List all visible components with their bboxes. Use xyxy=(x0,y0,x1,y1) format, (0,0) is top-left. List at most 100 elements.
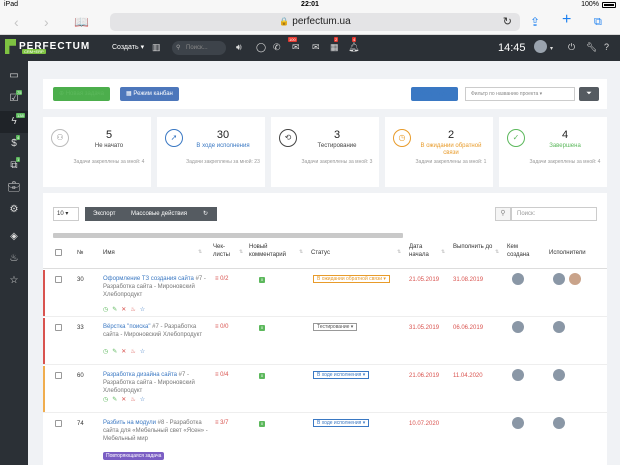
delete-icon[interactable]: ✕ xyxy=(121,306,126,313)
sidebar-item-hot[interactable]: ♨ xyxy=(0,248,28,270)
card-completed[interactable]: ✓ 4 Завершена Задачи закреплены за мной:… xyxy=(499,117,607,187)
edit-icon[interactable]: ✎ xyxy=(112,306,117,313)
kanban-button[interactable]: ▦ Режим канбан xyxy=(120,87,179,101)
task-title-link[interactable]: Вёрстка "поиска" xyxy=(103,324,150,330)
comment-count-badge[interactable]: 0 xyxy=(259,421,265,427)
sidebar-item-monitor[interactable]: ▭ xyxy=(0,65,28,87)
fire-icon[interactable]: ♨ xyxy=(130,348,135,355)
status-select[interactable]: В ходе исполнения ▾ xyxy=(313,371,370,379)
help-icon[interactable]: ? xyxy=(604,42,609,52)
col-assignees[interactable]: Исполнители xyxy=(549,249,586,257)
col-start-date[interactable]: Дата начала xyxy=(409,243,435,259)
creator-avatar[interactable] xyxy=(512,321,524,333)
logo[interactable]: PERFECTUM xyxy=(5,39,90,54)
checklist-progress[interactable]: ≡ 0/0 xyxy=(215,324,229,330)
table-row[interactable]: 30 Оформление ТЗ создания сайта #7 - Раз… xyxy=(43,270,607,317)
new-tab-icon[interactable]: + xyxy=(562,12,571,28)
card-not-started[interactable]: ⚇ 5 Не начато Задачи закреплены за мной:… xyxy=(43,117,151,187)
user-menu-chevron-icon[interactable]: ▾ xyxy=(550,44,553,54)
row-checkbox[interactable] xyxy=(55,372,62,379)
checklist-progress[interactable]: ≡ 0/2 xyxy=(215,276,229,282)
forward-icon[interactable]: › xyxy=(44,15,49,29)
project-filter-select[interactable]: Фильтр по названию проекта ▾ xyxy=(465,87,575,101)
user-avatar[interactable] xyxy=(534,40,547,53)
share-icon[interactable]: ⇪ xyxy=(530,15,540,29)
checklist-progress[interactable]: ≡ 0/4 xyxy=(215,372,229,378)
bell-icon[interactable]: 🔔︎ xyxy=(348,42,359,52)
row-checkbox[interactable] xyxy=(55,276,62,283)
power-icon[interactable]: ⏻ xyxy=(568,42,575,52)
edit-icon[interactable]: ✎ xyxy=(112,396,117,403)
status-select[interactable]: В ожидании обратной связи ▾ xyxy=(313,275,390,283)
col-status[interactable]: Статус xyxy=(311,249,330,257)
row-checkbox[interactable] xyxy=(55,420,62,427)
overview-button[interactable]: Обзор задач xyxy=(411,87,458,101)
star-icon[interactable]: ☆ xyxy=(140,348,145,355)
row-checkbox[interactable] xyxy=(55,324,62,331)
timer-icon[interactable]: ◷ xyxy=(103,306,108,313)
fire-icon[interactable]: ♨ xyxy=(130,306,135,313)
timer-icon[interactable]: ◷ xyxy=(103,396,108,403)
delete-icon[interactable]: ✕ xyxy=(121,396,126,403)
assignee-avatar[interactable] xyxy=(569,273,581,285)
sidebar-item-activity[interactable]: ϟ 138 xyxy=(0,111,28,133)
sidebar-item-tasks[interactable]: ☑ 75 xyxy=(0,88,28,110)
assignee-avatar[interactable] xyxy=(553,369,565,381)
volume-icon[interactable]: 🔊︎ xyxy=(236,42,242,52)
mail-icon[interactable]: ✉ xyxy=(292,42,300,52)
task-project[interactable]: Разработка сайта - Мироновский Хлебопрод… xyxy=(103,284,195,298)
col-new-comment[interactable]: Новый комментарий xyxy=(249,243,297,259)
envelope-open-icon[interactable]: ✉ xyxy=(312,42,320,52)
star-icon[interactable]: ☆ xyxy=(140,306,145,313)
checklist-progress[interactable]: ≡ 3/7 xyxy=(215,420,229,426)
col-due-date[interactable]: Выполнить до xyxy=(453,243,493,251)
tabs-icon[interactable]: ⧉ xyxy=(594,15,602,29)
creator-avatar[interactable] xyxy=(512,273,524,285)
comment-count-badge[interactable]: 0 xyxy=(259,373,265,379)
sidebar-item-favorites[interactable]: ☆ xyxy=(0,270,28,292)
bookmarks-icon[interactable]: 📖 xyxy=(74,15,89,29)
col-name[interactable]: Имя xyxy=(103,249,115,257)
new-task-button[interactable]: ⊕ Новая задача xyxy=(53,87,111,101)
wrench-icon[interactable]: 🔧︎ xyxy=(586,42,597,52)
task-title-link[interactable]: Разбить на модули xyxy=(103,420,156,426)
delete-icon[interactable]: ✕ xyxy=(121,348,126,355)
assignee-avatar[interactable] xyxy=(553,273,565,285)
creator-avatar[interactable] xyxy=(512,369,524,381)
reload-icon[interactable]: ↻ xyxy=(503,13,512,31)
export-button[interactable]: Экспорт xyxy=(93,207,116,221)
fire-icon[interactable]: ♨ xyxy=(130,396,135,403)
assignee-avatar[interactable] xyxy=(553,417,565,429)
table-row[interactable]: 74 Разбить на модули #8 - Разработка сай… xyxy=(43,414,607,465)
col-created-by[interactable]: Кем создана xyxy=(507,243,537,259)
header-search[interactable]: ⚲ Поиск... xyxy=(172,41,226,55)
chat-icon[interactable]: ◯ xyxy=(256,42,266,52)
creator-avatar[interactable] xyxy=(512,417,524,429)
create-menu[interactable]: Создать ▾ xyxy=(112,43,144,51)
chart-icon[interactable]: ▥ xyxy=(152,42,161,52)
timer-icon[interactable]: ◷ xyxy=(103,348,108,355)
comment-count-badge[interactable]: 0 xyxy=(259,325,265,331)
status-select[interactable]: Тестирование ▾ xyxy=(313,323,358,331)
sidebar-item-layers[interactable]: ◈ xyxy=(0,226,28,248)
assignee-avatar[interactable] xyxy=(553,321,565,333)
sidebar-item-projects[interactable]: 💼︎ xyxy=(0,177,28,199)
bulk-actions-button[interactable]: Массовые действия xyxy=(131,207,187,221)
refresh-icon[interactable]: ↻ xyxy=(203,207,208,221)
horizontal-scrollbar[interactable] xyxy=(53,233,403,238)
sidebar-item-settings[interactable]: ⚙ xyxy=(0,199,28,221)
phone-icon[interactable]: ✆ xyxy=(273,42,281,52)
card-awaiting-feedback[interactable]: ◷ 2 В ожидании обратной связи Задачи зак… xyxy=(385,117,493,187)
task-title-link[interactable]: Разработка дизайна сайта xyxy=(103,372,177,378)
address-bar[interactable]: 🔒 perfectum.ua ↻ xyxy=(110,13,520,31)
filter-funnel-button[interactable]: ⏷ xyxy=(579,87,599,101)
card-in-progress[interactable]: ➚ 30 В ходе исполнения Задачи закреплены… xyxy=(157,117,265,187)
task-ref[interactable]: #7 xyxy=(152,324,159,330)
table-row[interactable]: 60 Разработка дизайна сайта #7 - Разрабо… xyxy=(43,366,607,413)
card-testing[interactable]: ⟲ 3 Тестирование Задачи закреплены за мн… xyxy=(271,117,379,187)
col-checklists[interactable]: Чек-листы xyxy=(213,243,239,259)
status-select[interactable]: В ходе исполнения ▾ xyxy=(313,419,370,427)
task-project[interactable]: Разработка сайта - Мироновский Хлебопрод… xyxy=(103,380,195,394)
back-icon[interactable]: ‹ xyxy=(14,15,19,29)
star-icon[interactable]: ☆ xyxy=(140,396,145,403)
